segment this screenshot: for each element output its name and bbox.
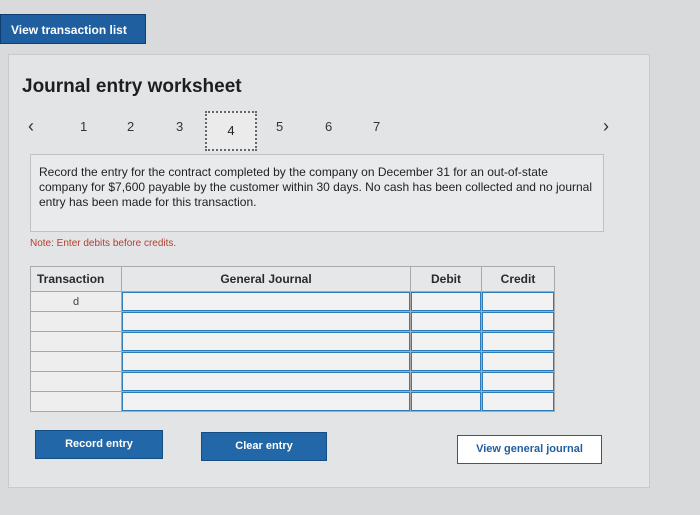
- account-select[interactable]: [122, 372, 410, 391]
- account-select[interactable]: [122, 332, 410, 351]
- account-select[interactable]: [122, 292, 410, 311]
- debit-input[interactable]: [411, 292, 481, 311]
- account-select[interactable]: [122, 312, 410, 331]
- transaction-cell: [30, 331, 122, 352]
- debit-input[interactable]: [411, 352, 481, 371]
- table-row: [30, 311, 555, 332]
- page-tab-5[interactable]: 5: [276, 119, 283, 134]
- debit-cell[interactable]: [410, 311, 482, 332]
- clear-entry-button[interactable]: Clear entry: [201, 432, 327, 461]
- note-text: Note: Enter debits before credits.: [30, 238, 177, 249]
- table-row: [30, 391, 555, 412]
- worksheet-title: Journal entry worksheet: [22, 76, 242, 97]
- page-tab-1[interactable]: 1: [80, 119, 87, 134]
- credit-cell[interactable]: [481, 351, 555, 372]
- account-cell[interactable]: [121, 311, 411, 332]
- account-cell[interactable]: [121, 351, 411, 372]
- account-cell[interactable]: [121, 391, 411, 412]
- debit-header: Debit: [410, 266, 482, 292]
- transaction-cell: [30, 351, 122, 372]
- view-transaction-list-button[interactable]: View transaction list: [0, 14, 146, 44]
- credit-cell[interactable]: [481, 391, 555, 412]
- credit-input[interactable]: [482, 332, 554, 351]
- credit-input[interactable]: [482, 372, 554, 391]
- credit-cell[interactable]: [481, 291, 555, 312]
- credit-header: Credit: [481, 266, 555, 292]
- table-row: [30, 371, 555, 392]
- account-cell[interactable]: [121, 291, 411, 312]
- debit-input[interactable]: [411, 392, 481, 411]
- general-journal-header: General Journal: [121, 266, 411, 292]
- journal-table: Transaction General Journal Debit Credit…: [30, 266, 555, 412]
- account-cell[interactable]: [121, 371, 411, 392]
- debit-input[interactable]: [411, 312, 481, 331]
- view-general-journal-button[interactable]: View general journal: [457, 435, 602, 464]
- chevron-right-icon[interactable]: ›: [603, 116, 609, 137]
- account-select[interactable]: [122, 392, 410, 411]
- debit-cell[interactable]: [410, 371, 482, 392]
- transaction-cell: [30, 311, 122, 332]
- transaction-cell: d: [30, 291, 122, 312]
- debit-input[interactable]: [411, 372, 481, 391]
- page-tab-6[interactable]: 6: [325, 119, 332, 134]
- table-row: [30, 331, 555, 352]
- table-row: d: [30, 291, 555, 312]
- credit-cell[interactable]: [481, 371, 555, 392]
- page-tab-2[interactable]: 2: [127, 119, 134, 134]
- credit-input[interactable]: [482, 292, 554, 311]
- page-tab-3[interactable]: 3: [176, 119, 183, 134]
- chevron-left-icon[interactable]: ‹: [28, 116, 34, 137]
- debit-cell[interactable]: [410, 291, 482, 312]
- account-cell[interactable]: [121, 331, 411, 352]
- record-entry-button[interactable]: Record entry: [35, 430, 163, 459]
- page-tab-7[interactable]: 7: [373, 119, 380, 134]
- instruction-box: Record the entry for the contract comple…: [30, 154, 604, 232]
- credit-input[interactable]: [482, 352, 554, 371]
- instruction-text: Record the entry for the contract comple…: [39, 165, 593, 209]
- credit-input[interactable]: [482, 312, 554, 331]
- account-select[interactable]: [122, 352, 410, 371]
- debit-input[interactable]: [411, 332, 481, 351]
- transaction-header: Transaction: [30, 266, 122, 292]
- table-row: [30, 351, 555, 372]
- transaction-cell: [30, 391, 122, 412]
- credit-input[interactable]: [482, 392, 554, 411]
- transaction-cell: [30, 371, 122, 392]
- debit-cell[interactable]: [410, 391, 482, 412]
- credit-cell[interactable]: [481, 311, 555, 332]
- credit-cell[interactable]: [481, 331, 555, 352]
- debit-cell[interactable]: [410, 351, 482, 372]
- page-tab-4-current[interactable]: 4: [205, 111, 257, 151]
- debit-cell[interactable]: [410, 331, 482, 352]
